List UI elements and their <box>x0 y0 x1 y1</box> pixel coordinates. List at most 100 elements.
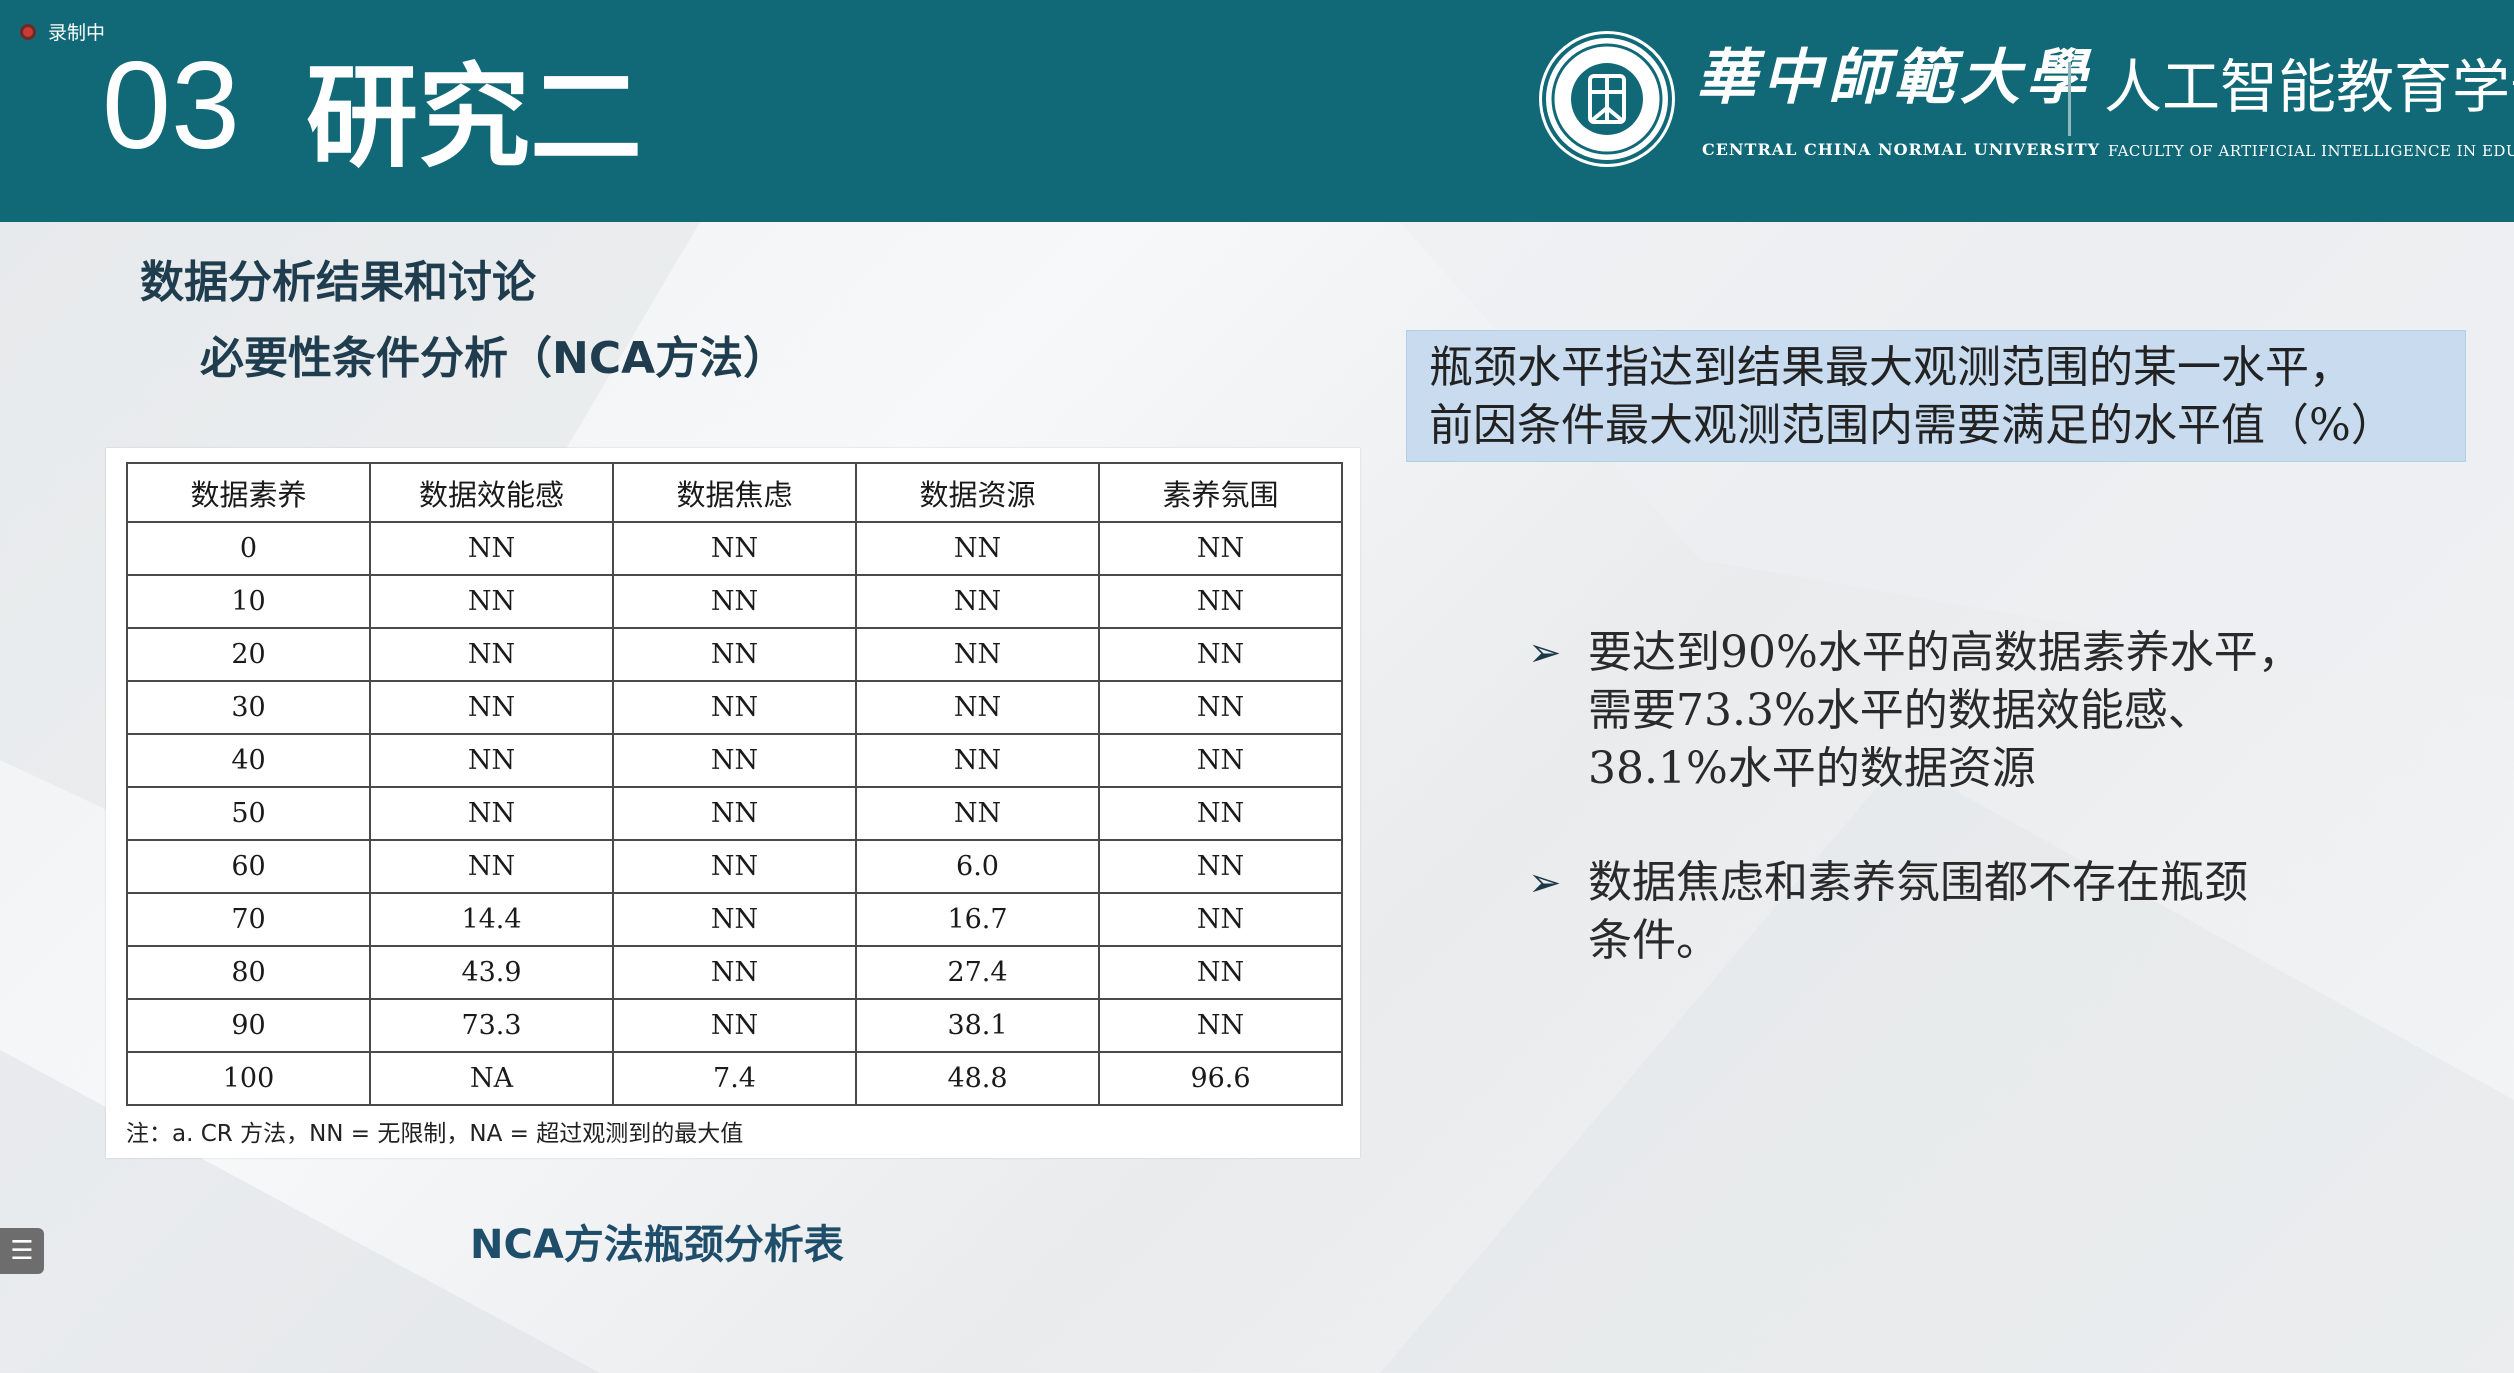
table-cell: NN <box>612 892 857 947</box>
table-note: 注：a. CR 方法，NN = 无限制，NA = 超过观测到的最大值 <box>126 1121 744 1147</box>
table-cell: NN <box>369 680 614 735</box>
table-cell: 20 <box>126 627 371 682</box>
column-header: 素养氛围 <box>1098 462 1343 523</box>
table-cell: NN <box>1098 521 1343 576</box>
table-cell: 50 <box>126 786 371 841</box>
header-divider <box>2068 62 2071 136</box>
table-cell: NN <box>612 786 857 841</box>
university-name-en: CENTRAL CHINA NORMAL UNIVERSITY <box>1702 140 2101 159</box>
table-row: 20 NN NN NN NN <box>126 627 1343 682</box>
column-header: 数据效能感 <box>369 462 614 523</box>
table-cell: 48.8 <box>855 1051 1100 1106</box>
table-cell: NN <box>855 574 1100 629</box>
table-cell: NN <box>612 998 857 1053</box>
bullet-line: 条件。 <box>1588 915 1720 966</box>
bullet-item: ➢ 要达到90%水平的高数据素养水平， 需要73.3%水平的数据效能感、 38.… <box>1528 624 2348 798</box>
table-cell: NN <box>1098 892 1343 947</box>
definition-line: 前因条件最大观测范围内需要满足的水平值（%） <box>1429 400 2395 451</box>
sub-heading: 必要性条件分析（NCA方法） <box>200 333 788 384</box>
table-row: 70 14.4 NN 16.7 NN <box>126 892 1343 947</box>
table-cell: 30 <box>126 680 371 735</box>
definition-box: 瓶颈水平指达到结果最大观测范围的某一水平， 前因条件最大观测范围内需要满足的水平… <box>1406 330 2466 462</box>
table-cell: NN <box>1098 733 1343 788</box>
table-row: 60 NN NN 6.0 NN <box>126 839 1343 894</box>
table-row: 40 NN NN NN NN <box>126 733 1343 788</box>
table-cell: NN <box>1098 574 1343 629</box>
table-cell: 7.4 <box>612 1051 857 1106</box>
column-header: 数据资源 <box>855 462 1100 523</box>
table-cell: 40 <box>126 733 371 788</box>
faculty-name-cn: 人工智能教育学部 <box>2104 53 2514 121</box>
table-row: 90 73.3 NN 38.1 NN <box>126 998 1343 1053</box>
column-header: 数据焦虑 <box>612 462 857 523</box>
bullet-item: ➢ 数据焦虑和素养氛围都不存在瓶颈 条件。 <box>1528 854 2348 970</box>
nca-table-panel: 数据素养 数据效能感 数据焦虑 数据资源 素养氛围 0 NN NN NN NN 10 NN N… <box>106 448 1360 1158</box>
table-cell: 100 <box>126 1051 371 1106</box>
university-name-cn: 華中師範大學 <box>1696 43 2092 113</box>
table-cell: NN <box>1098 945 1343 1000</box>
table-cell: NN <box>855 733 1100 788</box>
recording-indicator: 录制中 <box>20 18 105 45</box>
table-header-row: 数据素养 数据效能感 数据焦虑 数据资源 素养氛围 <box>126 462 1343 523</box>
faculty-name-en: FACULTY OF ARTIFICIAL INTELLIGENCE IN ED… <box>2108 142 2514 160</box>
table-cell: NN <box>612 627 857 682</box>
section-title: 研究二 <box>306 53 642 183</box>
table-cell: 96.6 <box>1098 1051 1343 1106</box>
table-cell: NN <box>369 786 614 841</box>
recording-label: 录制中 <box>48 22 106 44</box>
slide-header: 录制中 03 研究二 華中師範大學 CENTRAL CHINA NORMAL U… <box>0 0 2514 222</box>
table-cell: NN <box>855 680 1100 735</box>
main-heading: 数据分析结果和讨论 <box>140 257 536 308</box>
table-cell: 70 <box>126 892 371 947</box>
table-cell: NN <box>1098 627 1343 682</box>
table-row: 30 NN NN NN NN <box>126 680 1343 735</box>
bullet-line: 要达到90%水平的高数据素养水平， <box>1588 627 2302 678</box>
definition-line: 瓶颈水平指达到结果最大观测范围的某一水平， <box>1429 342 2353 393</box>
table-row: 10 NN NN NN NN <box>126 574 1343 629</box>
table-cell: NN <box>855 521 1100 576</box>
university-seal-icon <box>1542 34 1672 164</box>
table-cell: NN <box>612 945 857 1000</box>
table-cell: NN <box>612 680 857 735</box>
table-cell: 60 <box>126 839 371 894</box>
list-menu-icon[interactable]: ☰ <box>0 1228 44 1274</box>
table-row: 100 NA 7.4 48.8 96.6 <box>126 1051 1343 1106</box>
table-cell: NN <box>1098 998 1343 1053</box>
bullet-arrow-icon: ➢ <box>1528 630 1562 676</box>
table-cell: NN <box>1098 839 1343 894</box>
table-cell: 90 <box>126 998 371 1053</box>
table-cell: NN <box>369 574 614 629</box>
table-caption: NCA方法瓶颈分析表 <box>470 1222 844 1268</box>
table-cell: NN <box>855 627 1100 682</box>
table-cell: 10 <box>126 574 371 629</box>
table-cell: NN <box>612 839 857 894</box>
table-cell: 80 <box>126 945 371 1000</box>
table-cell: NN <box>1098 786 1343 841</box>
table-cell: NN <box>369 733 614 788</box>
table-cell: 6.0 <box>855 839 1100 894</box>
table-body: 0 NN NN NN NN 10 NN NN NN NN 20 NN NN NN NN 30 NN NN NN NN 4… <box>126 521 1343 1106</box>
table-cell: 14.4 <box>369 892 614 947</box>
table-cell: NA <box>369 1051 614 1106</box>
table-cell: 43.9 <box>369 945 614 1000</box>
record-dot-icon <box>20 23 36 40</box>
section-number: 03 <box>102 37 240 175</box>
table-cell: 27.4 <box>855 945 1100 1000</box>
table-cell: 16.7 <box>855 892 1100 947</box>
table-cell: NN <box>369 627 614 682</box>
nca-bottleneck-table: 数据素养 数据效能感 数据焦虑 数据资源 素养氛围 0 NN NN NN NN 10 NN N… <box>126 462 1343 1106</box>
table-cell: 0 <box>126 521 371 576</box>
bullet-line: 38.1%水平的数据资源 <box>1588 743 2036 794</box>
table-row: 50 NN NN NN NN <box>126 786 1343 841</box>
bullet-line: 需要73.3%水平的数据效能感、 <box>1588 685 2212 736</box>
table-row: 0 NN NN NN NN <box>126 521 1343 576</box>
table-cell: 38.1 <box>855 998 1100 1053</box>
table-cell: 73.3 <box>369 998 614 1053</box>
bullet-line: 数据焦虑和素养氛围都不存在瓶颈 <box>1588 857 2248 908</box>
bullet-arrow-icon: ➢ <box>1528 860 1562 906</box>
table-cell: NN <box>1098 680 1343 735</box>
table-cell: NN <box>369 521 614 576</box>
table-cell: NN <box>369 839 614 894</box>
column-header: 数据素养 <box>126 462 371 523</box>
table-cell: NN <box>612 521 857 576</box>
